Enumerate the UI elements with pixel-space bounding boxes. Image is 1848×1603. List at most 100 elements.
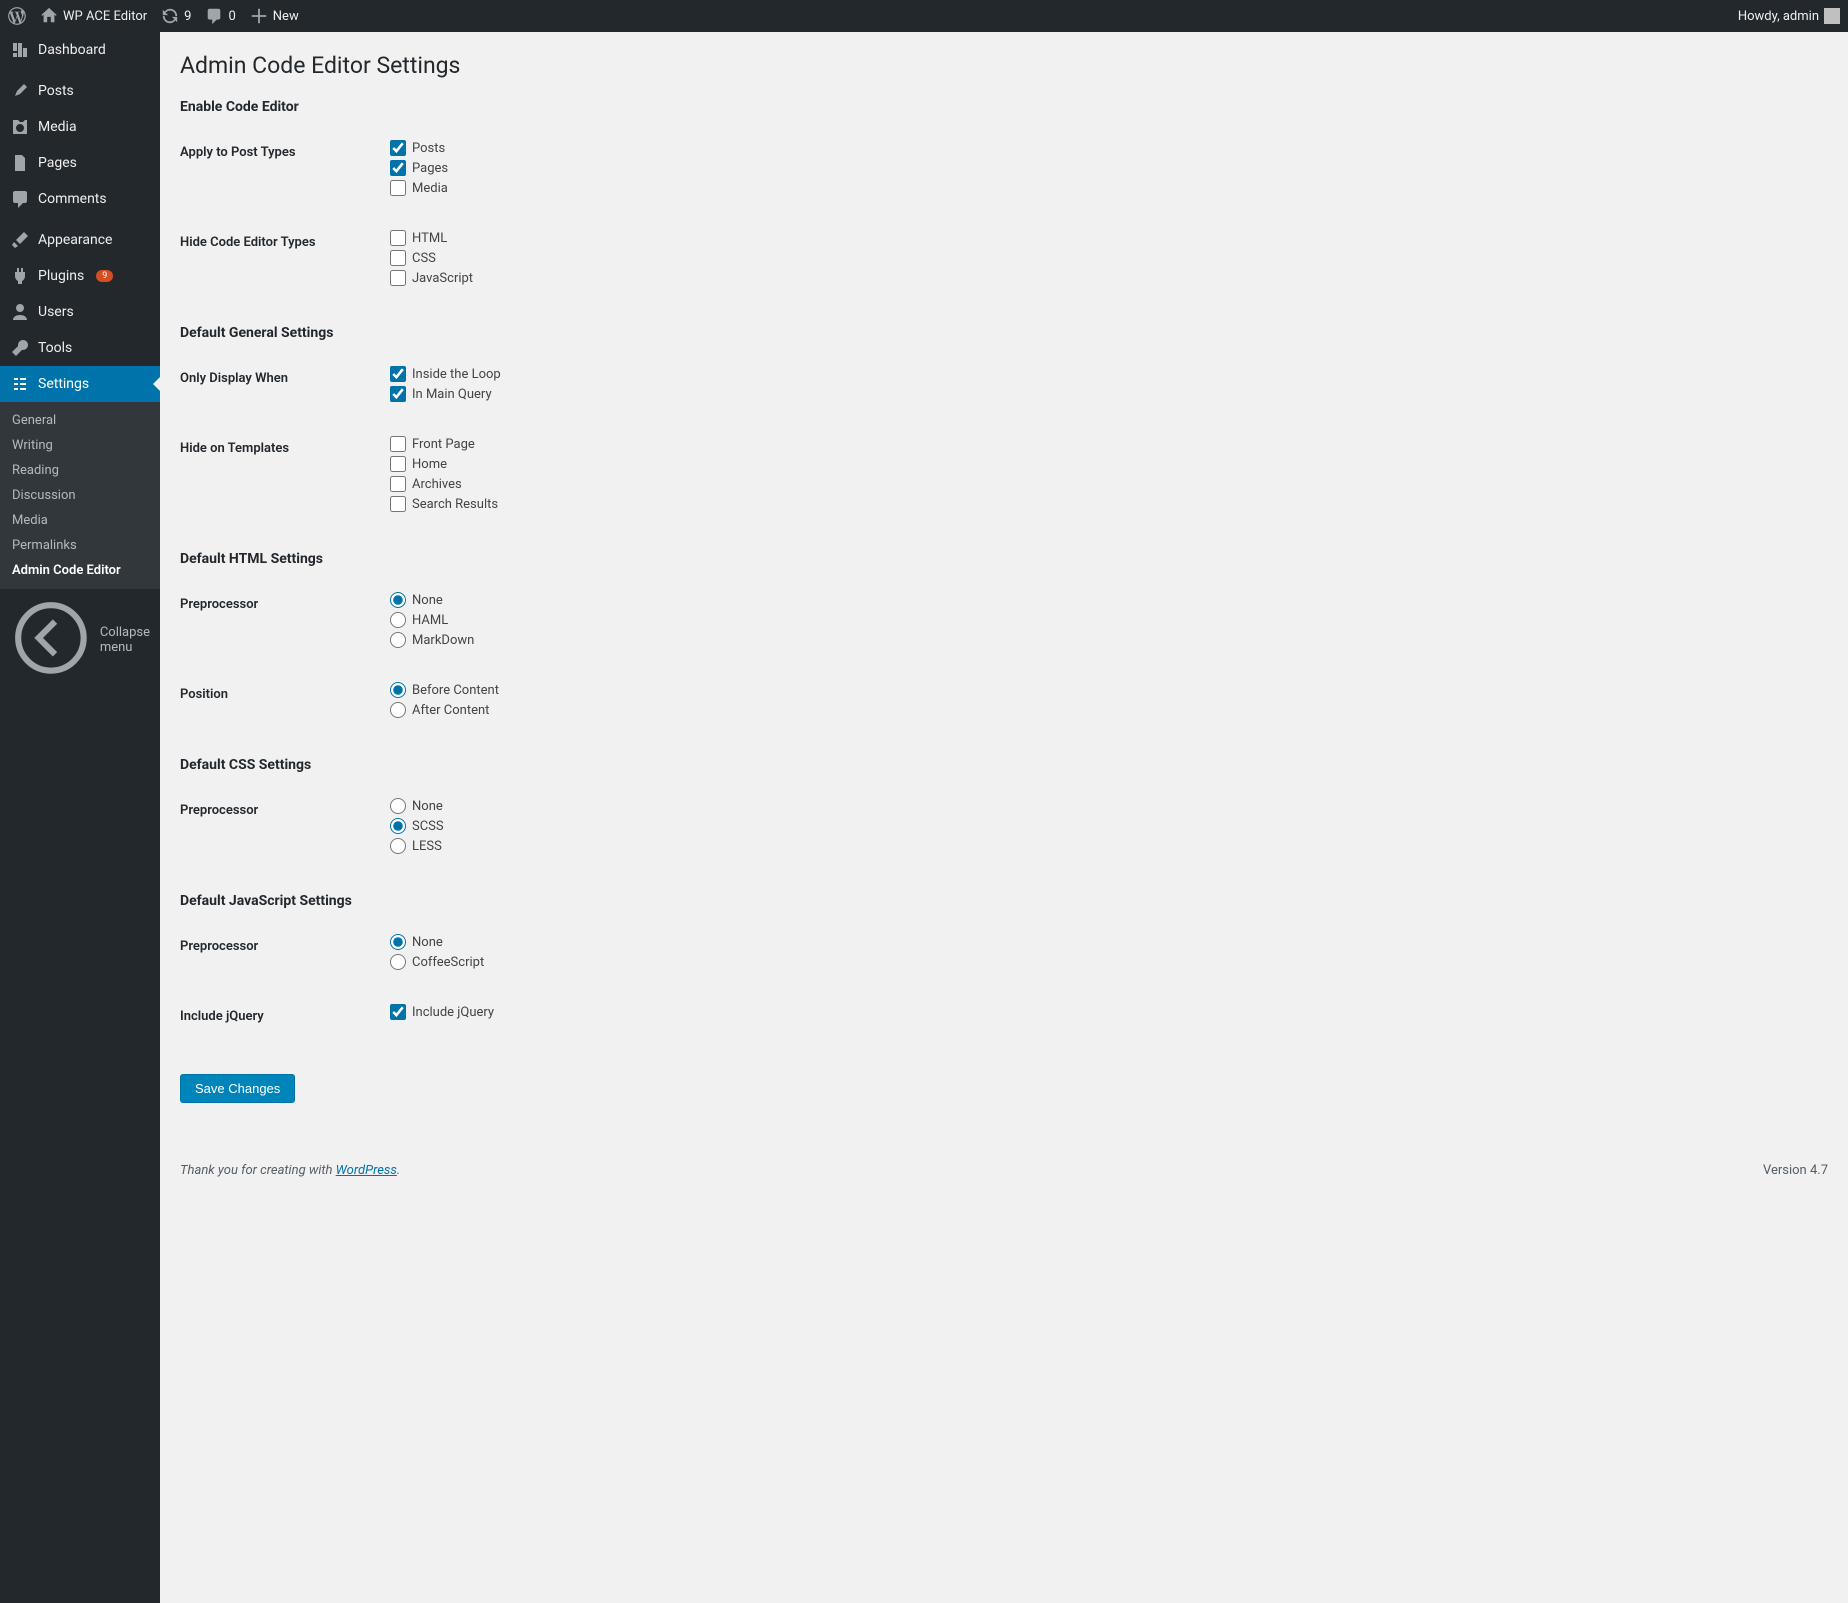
option-label: Before Content (412, 683, 499, 698)
submenu-general[interactable]: General (0, 408, 160, 433)
home-icon (40, 7, 58, 25)
sidebar-item-label: Settings (38, 376, 89, 392)
radio-input[interactable] (390, 682, 406, 698)
howdy-label: Howdy, admin (1738, 9, 1819, 24)
option-row[interactable]: CSS (390, 250, 1818, 266)
option-row[interactable]: LESS (390, 838, 1818, 854)
option-row[interactable]: Search Results (390, 496, 1818, 512)
submenu-reading[interactable]: Reading (0, 458, 160, 483)
option-row[interactable]: In Main Query (390, 386, 1818, 402)
option-row[interactable]: Pages (390, 160, 1818, 176)
footer-wordpress-link[interactable]: WordPress (336, 1163, 397, 1178)
sidebar-item-media[interactable]: Media (0, 109, 160, 145)
radio-input[interactable] (390, 798, 406, 814)
option-row[interactable]: Archives (390, 476, 1818, 492)
submenu-media[interactable]: Media (0, 508, 160, 533)
option-row[interactable]: None (390, 592, 1818, 608)
option-label: JavaScript (412, 271, 473, 286)
radio-input[interactable] (390, 818, 406, 834)
comments-link[interactable]: 0 (205, 7, 235, 25)
section-enable: Enable Code Editor (180, 99, 1828, 115)
option-row[interactable]: Media (390, 180, 1818, 196)
checkbox-input[interactable] (390, 140, 406, 156)
collapse-label: Collapse menu (100, 625, 150, 655)
radio-input[interactable] (390, 612, 406, 628)
option-label: After Content (412, 703, 489, 718)
wp-logo[interactable] (8, 7, 26, 25)
checkbox-input[interactable] (390, 496, 406, 512)
page-icon (10, 153, 30, 173)
wordpress-icon (8, 7, 26, 25)
checkbox-input[interactable] (390, 180, 406, 196)
option-row[interactable]: JavaScript (390, 270, 1818, 286)
pin-icon (10, 81, 30, 101)
checkbox-input[interactable] (390, 250, 406, 266)
option-label: Posts (412, 141, 445, 156)
field-options-css-preprocessor: None SCSS LESS (380, 783, 1828, 873)
field-label-hide-editor-types: Hide Code Editor Types (180, 215, 380, 305)
checkbox-input[interactable] (390, 476, 406, 492)
checkbox-input[interactable] (390, 160, 406, 176)
option-label: HTML (412, 231, 447, 246)
radio-input[interactable] (390, 632, 406, 648)
checkbox-input[interactable] (390, 230, 406, 246)
submenu-permalinks[interactable]: Permalinks (0, 533, 160, 558)
sidebar-item-posts[interactable]: Posts (0, 73, 160, 109)
option-row[interactable]: Inside the Loop (390, 366, 1818, 382)
checkbox-input[interactable] (390, 436, 406, 452)
radio-input[interactable] (390, 838, 406, 854)
option-row[interactable]: Include jQuery (390, 1004, 1818, 1020)
sidebar-item-settings[interactable]: Settings (0, 366, 160, 402)
radio-input[interactable] (390, 954, 406, 970)
option-row[interactable]: Home (390, 456, 1818, 472)
option-row[interactable]: HAML (390, 612, 1818, 628)
updates-link[interactable]: 9 (161, 7, 191, 25)
sidebar-item-dashboard[interactable]: Dashboard (0, 32, 160, 68)
sidebar-item-comments[interactable]: Comments (0, 181, 160, 217)
sidebar-item-appearance[interactable]: Appearance (0, 222, 160, 258)
field-options-include-jquery: Include jQuery (380, 989, 1828, 1044)
option-label: Front Page (412, 437, 475, 452)
option-row[interactable]: After Content (390, 702, 1818, 718)
media-icon (10, 117, 30, 137)
option-label: Search Results (412, 497, 498, 512)
radio-input[interactable] (390, 934, 406, 950)
comment-icon (205, 7, 223, 25)
comments-count: 0 (228, 9, 235, 24)
howdy-link[interactable]: Howdy, admin (1738, 8, 1840, 24)
option-row[interactable]: Front Page (390, 436, 1818, 452)
radio-input[interactable] (390, 702, 406, 718)
sidebar-item-tools[interactable]: Tools (0, 330, 160, 366)
sidebar-item-pages[interactable]: Pages (0, 145, 160, 181)
option-row[interactable]: Before Content (390, 682, 1818, 698)
tools-icon (10, 338, 30, 358)
collapse-menu-button[interactable]: Collapse menu (0, 589, 160, 691)
sidebar-item-plugins[interactable]: Plugins 9 (0, 258, 160, 294)
sidebar-item-users[interactable]: Users (0, 294, 160, 330)
checkbox-input[interactable] (390, 1004, 406, 1020)
option-label: Pages (412, 161, 448, 176)
checkbox-input[interactable] (390, 366, 406, 382)
option-row[interactable]: None (390, 798, 1818, 814)
checkbox-input[interactable] (390, 456, 406, 472)
site-name-link[interactable]: WP ACE Editor (40, 7, 147, 25)
option-label: Archives (412, 477, 462, 492)
submenu-writing[interactable]: Writing (0, 433, 160, 458)
submenu-discussion[interactable]: Discussion (0, 483, 160, 508)
option-row[interactable]: MarkDown (390, 632, 1818, 648)
field-options-only-display-when: Inside the Loop In Main Query (380, 351, 1828, 421)
checkbox-input[interactable] (390, 270, 406, 286)
option-row[interactable]: Posts (390, 140, 1818, 156)
option-label: MarkDown (412, 633, 474, 648)
submenu-admin-code-editor[interactable]: Admin Code Editor (0, 558, 160, 583)
option-row[interactable]: CoffeeScript (390, 954, 1818, 970)
new-link[interactable]: New (250, 7, 299, 25)
option-row[interactable]: None (390, 934, 1818, 950)
radio-input[interactable] (390, 592, 406, 608)
save-button[interactable]: Save Changes (180, 1074, 295, 1103)
option-row[interactable]: SCSS (390, 818, 1818, 834)
checkbox-input[interactable] (390, 386, 406, 402)
sidebar-item-label: Plugins (38, 268, 84, 284)
admin-toolbar: WP ACE Editor 9 0 New Howdy, admin (0, 0, 1848, 32)
option-row[interactable]: HTML (390, 230, 1818, 246)
